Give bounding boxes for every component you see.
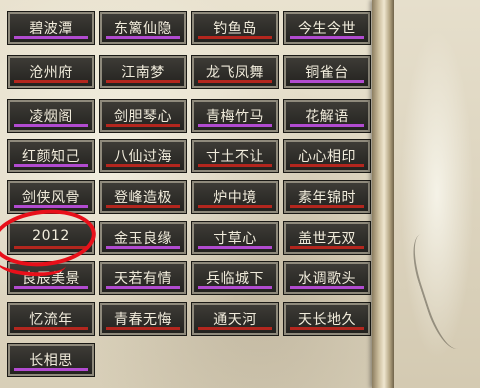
server-button[interactable]: 兵临城下 (191, 261, 279, 295)
server-button[interactable]: 盖世无双 (283, 221, 371, 255)
server-button[interactable]: 花解语 (283, 99, 371, 133)
server-button-label: 天若有情 (114, 271, 172, 287)
server-status-bar (106, 124, 180, 127)
server-status-bar (14, 368, 88, 371)
server-button-label: 八仙过海 (114, 149, 172, 165)
server-status-bar (198, 327, 272, 330)
server-status-bar (198, 36, 272, 39)
server-status-bar (106, 246, 180, 249)
server-status-bar (290, 164, 364, 167)
server-status-bar (106, 80, 180, 83)
server-button-label: 碧波潭 (29, 21, 73, 37)
server-button[interactable]: 炉中境 (191, 180, 279, 214)
server-button-label: 盖世无双 (298, 231, 356, 247)
server-button[interactable]: 忆流年 (7, 302, 95, 336)
server-button-label: 江南梦 (121, 65, 165, 81)
server-button-label: 铜雀台 (305, 65, 349, 81)
server-button[interactable]: 登峰造极 (99, 180, 187, 214)
server-status-bar (198, 286, 272, 289)
server-button[interactable]: 凌烟阁 (7, 99, 95, 133)
server-button[interactable]: 长相思 (7, 343, 95, 377)
server-button[interactable]: 寸草心 (191, 221, 279, 255)
scroll-roller-edge (372, 0, 394, 388)
server-button[interactable]: 江南梦 (99, 55, 187, 89)
server-status-bar (290, 36, 364, 39)
server-status-bar (14, 164, 88, 167)
server-status-bar (106, 327, 180, 330)
server-button[interactable]: 铜雀台 (283, 55, 371, 89)
server-button[interactable]: 龙飞凤舞 (191, 55, 279, 89)
server-button[interactable]: 通天河 (191, 302, 279, 336)
server-button-label: 通天河 (213, 312, 257, 328)
server-button-label: 青春无悔 (114, 312, 172, 328)
server-button-label: 长相思 (29, 353, 73, 369)
server-status-bar (198, 124, 272, 127)
server-status-bar (198, 246, 272, 249)
server-status-bar (14, 80, 88, 83)
server-button-label: 登峰造极 (114, 190, 172, 206)
server-button[interactable]: 青春无悔 (99, 302, 187, 336)
server-button[interactable]: 水调歌头 (283, 261, 371, 295)
server-button-label: 东篱仙隐 (114, 21, 172, 37)
server-button-label: 红颜知己 (22, 149, 80, 165)
server-status-bar (106, 286, 180, 289)
server-status-bar (14, 327, 88, 330)
server-status-bar (290, 205, 364, 208)
server-status-bar (290, 327, 364, 330)
server-button-label: 忆流年 (29, 312, 73, 328)
server-button[interactable]: 天若有情 (99, 261, 187, 295)
server-status-bar (290, 124, 364, 127)
server-button-label: 天长地久 (298, 312, 356, 328)
server-button-label: 剑胆琴心 (114, 109, 172, 125)
server-button[interactable]: 剑侠风骨 (7, 180, 95, 214)
server-button[interactable]: 沧州府 (7, 55, 95, 89)
server-status-bar (290, 286, 364, 289)
server-status-bar (290, 246, 364, 249)
server-button-label: 钓鱼岛 (213, 21, 257, 37)
server-status-bar (198, 80, 272, 83)
server-button-label: 水调歌头 (298, 271, 356, 287)
server-button-label: 今生今世 (298, 21, 356, 37)
server-button[interactable]: 红颜知己 (7, 139, 95, 173)
server-button[interactable]: 东篱仙隐 (99, 11, 187, 45)
server-button[interactable]: 素年锦时 (283, 180, 371, 214)
server-status-bar (14, 286, 88, 289)
server-status-bar (14, 124, 88, 127)
server-button[interactable]: 寸土不让 (191, 139, 279, 173)
server-button[interactable]: 金玉良缘 (99, 221, 187, 255)
server-button[interactable]: 碧波潭 (7, 11, 95, 45)
server-button-label: 花解语 (305, 109, 349, 125)
server-button-label: 龙飞凤舞 (206, 65, 264, 81)
server-status-bar (198, 164, 272, 167)
server-button-label: 青梅竹马 (206, 109, 264, 125)
server-button[interactable]: 青梅竹马 (191, 99, 279, 133)
server-status-bar (290, 80, 364, 83)
server-status-bar (106, 205, 180, 208)
server-button-label: 沧州府 (29, 65, 73, 81)
server-status-bar (106, 36, 180, 39)
server-button[interactable]: 今生今世 (283, 11, 371, 45)
server-button[interactable]: 钓鱼岛 (191, 11, 279, 45)
server-button-label: 兵临城下 (206, 271, 264, 287)
server-button-label: 炉中境 (213, 190, 257, 206)
server-button-label: 金玉良缘 (114, 231, 172, 247)
server-button-label: 素年锦时 (298, 190, 356, 206)
server-button[interactable]: 八仙过海 (99, 139, 187, 173)
server-status-bar (198, 205, 272, 208)
server-status-bar (106, 164, 180, 167)
server-status-bar (14, 205, 88, 208)
server-button[interactable]: 心心相印 (283, 139, 371, 173)
server-button[interactable]: 剑胆琴心 (99, 99, 187, 133)
server-button-label: 凌烟阁 (29, 109, 73, 125)
server-button-label: 剑侠风骨 (22, 190, 80, 206)
ink-painting-background (394, 0, 480, 388)
server-button-label: 心心相印 (298, 149, 356, 165)
ink-stroke-decoration (404, 226, 480, 354)
server-status-bar (14, 36, 88, 39)
server-button-label: 寸土不让 (206, 149, 264, 165)
server-button[interactable]: 天长地久 (283, 302, 371, 336)
server-button-label: 寸草心 (213, 231, 257, 247)
server-list-panel: 碧波潭 东篱仙隐 钓鱼岛 今生今世沧州府 江南梦 龙飞凤舞 铜雀台凌烟阁 剑胆琴心 青梅竹马 花解… (0, 0, 372, 388)
